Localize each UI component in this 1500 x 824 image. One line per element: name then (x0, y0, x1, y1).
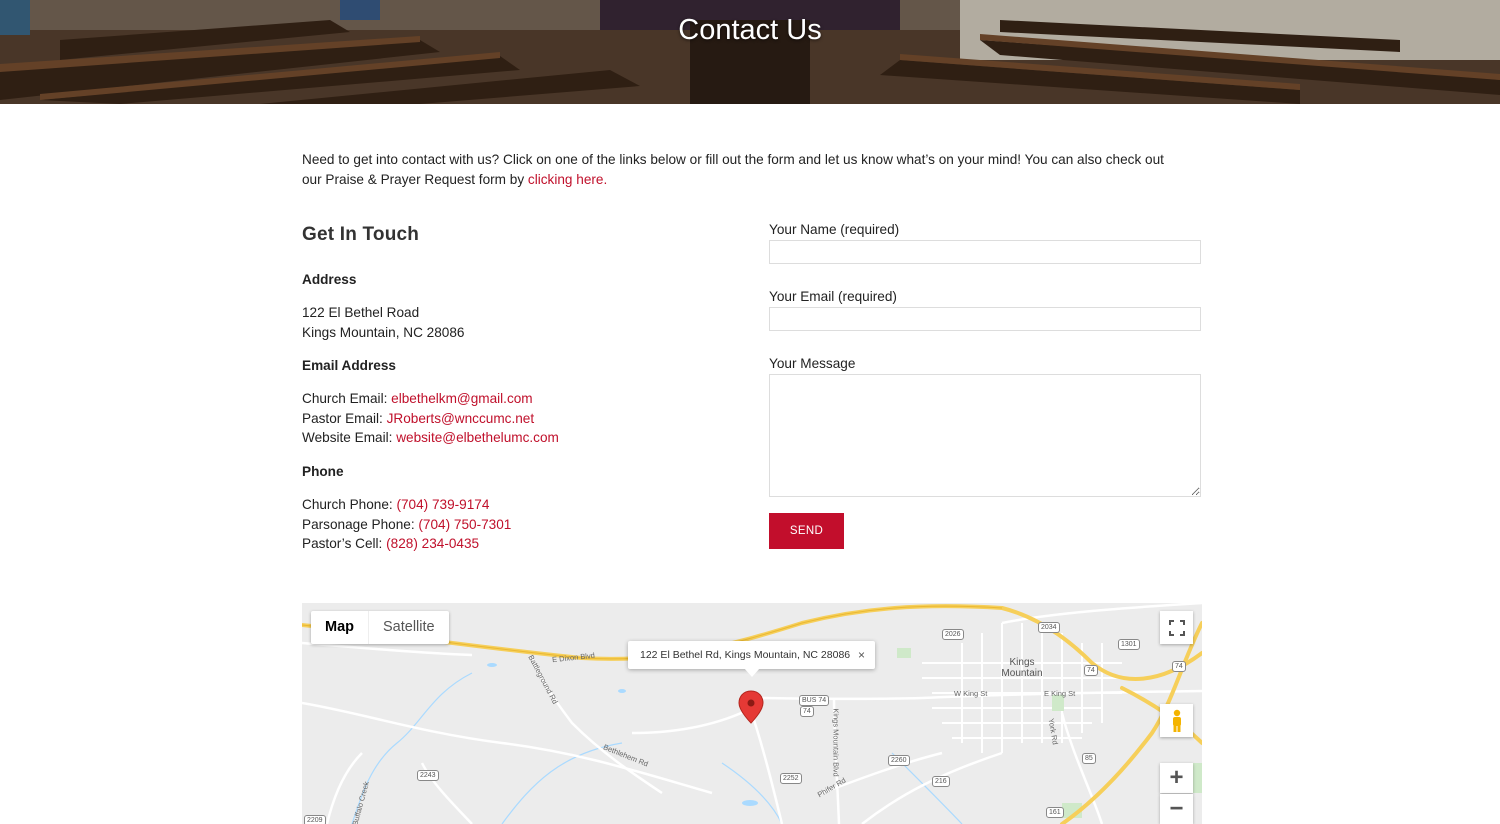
message-label: Your Message (769, 356, 856, 371)
contact-info: Get In Touch Address 122 El Bethel Road … (302, 224, 722, 570)
route-shield: 1301 (1118, 639, 1140, 650)
pastor-email-link[interactable]: JRoberts@wnccumc.net (387, 411, 535, 426)
address-heading: Address (302, 272, 357, 287)
church-email-label: Church Email: (302, 391, 392, 407)
road-label-kings-mountain-blvd: Kings Mountain Blvd (831, 708, 841, 777)
parsonage-phone-label: Parsonage Phone: (302, 516, 419, 532)
route-shield: 74 (1084, 665, 1098, 676)
zoom-in-button[interactable]: + (1160, 763, 1193, 793)
intro-paragraph: Need to get into contact with us? Click … (302, 150, 1182, 190)
pastor-email-label: Pastor Email: (302, 410, 387, 426)
parsonage-phone-link[interactable]: (704) 750-7301 (418, 517, 511, 532)
address-line2: Kings Mountain, NC 28086 (302, 324, 465, 340)
route-shield: 2026 (942, 629, 964, 640)
google-map[interactable]: E Dixon Blvd Battleground Rd Bethlehem R… (302, 603, 1202, 824)
road-label-e-king: E King St (1044, 689, 1076, 698)
email-field[interactable] (769, 307, 1201, 331)
page-title: Contact Us (678, 14, 822, 46)
name-label: Your Name (required) (769, 222, 900, 237)
parsonage-phone-row: Parsonage Phone: (704) 750-7301 (302, 515, 722, 535)
phone-block: Church Phone: (704) 739-9174 Parsonage P… (302, 495, 722, 554)
website-email-row: Website Email: website@elbethelumc.com (302, 428, 722, 448)
route-shield: 2252 (780, 773, 802, 784)
prayer-request-link[interactable]: clicking here. (528, 172, 607, 187)
map-info-window: 122 El Bethel Rd, Kings Mountain, NC 280… (628, 641, 875, 677)
route-shield: 2034 (1038, 622, 1060, 633)
map-type-satellite-button[interactable]: Satellite (369, 611, 449, 644)
fullscreen-button[interactable] (1160, 611, 1193, 644)
church-email-link[interactable]: elbethelkm@gmail.com (391, 391, 532, 406)
church-email-row: Church Email: elbethelkm@gmail.com (302, 389, 722, 409)
route-shield: 85 (1082, 753, 1096, 764)
email-block: Church Email: elbethelkm@gmail.com Pasto… (302, 389, 722, 448)
city-label: Kings Mountain (1001, 657, 1043, 679)
pegman-icon (1172, 709, 1181, 732)
email-label: Your Email (required) (769, 289, 897, 304)
route-shield: 2260 (888, 755, 910, 766)
website-email-label: Website Email: (302, 430, 397, 446)
route-shield: 74 (800, 706, 814, 717)
message-field[interactable] (769, 374, 1201, 497)
website-email-link[interactable]: website@elbethelumc.com (396, 430, 559, 445)
address-block: 122 El Bethel Road Kings Mountain, NC 28… (302, 303, 722, 342)
route-shield: 74 (1172, 661, 1186, 672)
route-shield: 216 (932, 776, 950, 787)
route-shield: BUS 74 (799, 695, 830, 706)
pastor-cell-label: Pastor’s Cell: (302, 536, 387, 552)
church-phone-label: Church Phone: (302, 496, 397, 512)
hero-banner: Contact Us (0, 0, 1500, 104)
info-window-address: 122 El Bethel Rd, Kings Mountain, NC 280… (640, 649, 851, 661)
intro-text: Need to get into contact with us? Click … (302, 152, 1164, 187)
map-type-control: Map Satellite (311, 611, 449, 644)
pastor-email-row: Pastor Email: JRoberts@wnccumc.net (302, 409, 722, 429)
church-phone-row: Church Phone: (704) 739-9174 (302, 495, 722, 515)
zoom-out-button[interactable]: − (1160, 794, 1193, 824)
road-label-w-king: W King St (954, 689, 988, 698)
map-type-map-button[interactable]: Map (311, 611, 369, 644)
street-view-pegman[interactable] (1160, 704, 1193, 737)
email-heading: Email Address (302, 358, 396, 374)
route-shield: 2243 (417, 770, 439, 781)
close-icon[interactable]: × (858, 641, 865, 669)
name-field[interactable] (769, 240, 1201, 264)
contact-form: Your Name (required) Your Email (require… (769, 222, 1202, 549)
pastor-cell-row: Pastor’s Cell: (828) 234-0435 (302, 534, 722, 554)
route-shield: 161 (1046, 807, 1064, 818)
fullscreen-icon (1168, 619, 1185, 636)
address-line1: 122 El Bethel Road (302, 305, 420, 320)
route-shield: 2209 (304, 815, 326, 824)
send-button[interactable]: SEND (769, 513, 844, 549)
phone-heading: Phone (302, 463, 344, 479)
church-phone-link[interactable]: (704) 739-9174 (396, 497, 489, 512)
pastor-cell-link[interactable]: (828) 234-0435 (386, 536, 479, 551)
get-in-touch-heading: Get In Touch (302, 224, 420, 245)
